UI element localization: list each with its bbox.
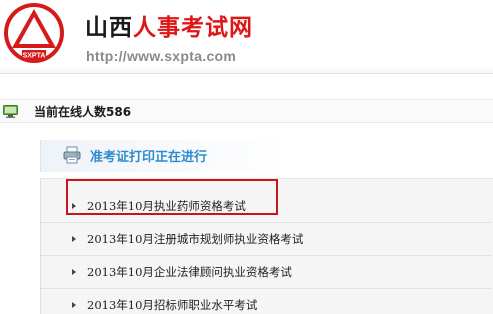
page: SXPTA 山西人事考试网 http://www.sxpta.com 当前在线人… bbox=[0, 0, 493, 314]
list-item[interactable]: 2013年10月招标师职业水平考试 bbox=[41, 289, 493, 314]
online-users-bar: 当前在线人数586 bbox=[0, 99, 493, 123]
sxpta-logo[interactable]: SXPTA bbox=[2, 1, 66, 65]
list-item[interactable]: 2013年10月企业法律顾问执业资格考试 bbox=[41, 256, 493, 289]
monitor-icon bbox=[3, 105, 18, 118]
site-title-name: 人事考试网 bbox=[133, 15, 253, 41]
exam-link[interactable]: 2013年10月注册城市规划师执业资格考试 bbox=[87, 231, 303, 247]
bullet-icon bbox=[72, 269, 76, 275]
header-divider bbox=[0, 73, 493, 74]
site-header: SXPTA 山西人事考试网 http://www.sxpta.com bbox=[0, 0, 493, 74]
bullet-icon bbox=[72, 302, 76, 308]
site-url: http://www.sxpta.com bbox=[86, 48, 237, 64]
printer-icon bbox=[63, 146, 81, 164]
site-title[interactable]: 山西人事考试网 bbox=[85, 14, 253, 42]
bullet-icon bbox=[72, 236, 76, 242]
highlight-box bbox=[66, 179, 278, 215]
logo-text: SXPTA bbox=[23, 53, 46, 60]
site-title-region: 山西 bbox=[85, 15, 133, 41]
online-users-count: 当前在线人数586 bbox=[34, 105, 132, 119]
notice-panel: 准考证打印正在进行 bbox=[40, 140, 493, 172]
list-item[interactable]: 2013年10月注册城市规划师执业资格考试 bbox=[41, 223, 493, 256]
exam-link[interactable]: 2013年10月招标师职业水平考试 bbox=[87, 297, 257, 313]
notice-link[interactable]: 准考证打印正在进行 bbox=[90, 146, 207, 165]
exam-link[interactable]: 2013年10月企业法律顾问执业资格考试 bbox=[87, 264, 292, 280]
